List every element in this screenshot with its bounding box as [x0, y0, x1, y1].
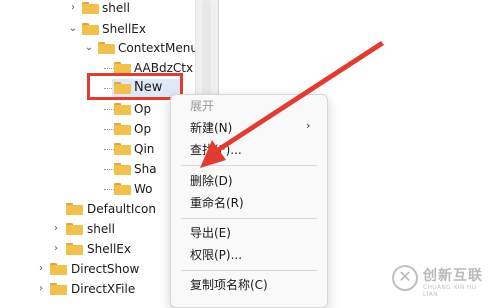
annotation-arrow	[200, 41, 384, 168]
watermark-brand: 创新互联	[423, 268, 483, 284]
logo-mark-icon: ✕	[398, 267, 412, 286]
arrow-head	[200, 140, 226, 168]
arrow-shaft	[212, 41, 384, 154]
watermark-logo: ✕ 创新互联 CHUANG XIN HU LIAN	[388, 262, 490, 298]
watermark-sub: CHUANG XIN HU LIAN	[423, 284, 477, 298]
